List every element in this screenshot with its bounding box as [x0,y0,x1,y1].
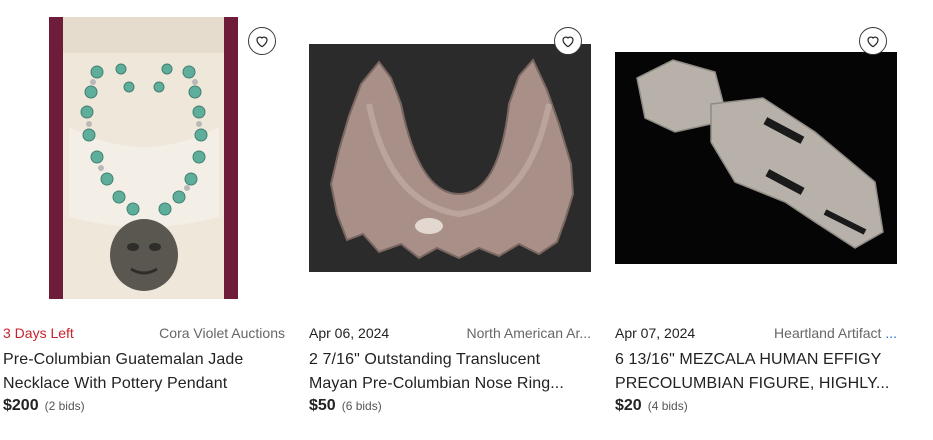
listing-meta: Apr 06, 2024 North American Ar... [309,324,591,342]
listing-title-line: Pre-Columbian Guatemalan Jade [3,351,244,368]
bid-count: (2 bids) [44,399,85,413]
bid-count: (4 bids) [647,399,688,413]
listing-card[interactable]: Apr 07, 2024 Heartland Artifact ... 6 13… [612,0,901,440]
auction-date: Apr 06, 2024 [309,325,390,341]
listing-title-line: Mayan Pre-Columbian Nose Ring... [309,375,564,392]
listing-title-link[interactable]: Pre-Columbian Guatemalan Jade Necklace W… [3,348,287,396]
listing-card[interactable]: Apr 06, 2024 North American Ar... 2 7/16… [306,0,595,440]
listing-title-line: 2 7/16" Outstanding Translucent [309,351,541,368]
listing-grid: 3 Days Left Cora Violet Auctions Pre-Col… [0,0,933,440]
auction-house-link[interactable]: North American Ar... [467,325,592,341]
price-row: $20 (4 bids) [615,397,688,417]
auction-house-link[interactable]: Heartland Artifact ... [774,325,897,341]
listing-meta: Apr 07, 2024 Heartland Artifact ... [615,324,897,342]
necklace-photo[interactable] [49,17,238,299]
auction-house-link[interactable]: Cora Violet Auctions [159,325,285,341]
heart-outline-icon [867,36,879,48]
favorite-button[interactable] [554,27,582,55]
heart-outline-icon [256,36,268,48]
listing-image-area[interactable] [306,10,595,306]
more-ellipsis: ... [885,325,897,341]
listing-card[interactable]: 3 Days Left Cora Violet Auctions Pre-Col… [0,0,289,440]
listing-image-area[interactable] [0,10,289,306]
bid-count: (6 bids) [341,399,382,413]
price-row: $200 (2 bids) [3,397,85,417]
listing-title-link[interactable]: 6 13/16" MEZCALA HUMAN EFFIGY PRECOLUMBI… [615,348,899,396]
listing-title-link[interactable]: 2 7/16" Outstanding Translucent Mayan Pr… [309,348,593,396]
listing-title-line: Necklace With Pottery Pendant [3,375,228,392]
listing-meta: 3 Days Left Cora Violet Auctions [3,324,285,342]
heart-outline-icon [562,36,574,48]
favorite-button[interactable] [248,27,276,55]
listing-title-line: PRECOLUMBIAN FIGURE, HIGHLY... [615,375,890,392]
time-left-label: 3 Days Left [3,325,74,341]
current-bid: $50 [309,397,336,414]
listing-image-area[interactable] [612,10,901,306]
nose-ring-photo[interactable] [309,44,591,272]
favorite-button[interactable] [859,27,887,55]
auction-date: Apr 07, 2024 [615,325,696,341]
price-row: $50 (6 bids) [309,397,382,417]
effigy-photo[interactable] [615,52,897,264]
auction-house-name: Heartland Artifact [774,325,882,341]
listing-title-line: 6 13/16" MEZCALA HUMAN EFFIGY [615,351,882,368]
current-bid: $20 [615,397,642,414]
current-bid: $200 [3,397,39,414]
